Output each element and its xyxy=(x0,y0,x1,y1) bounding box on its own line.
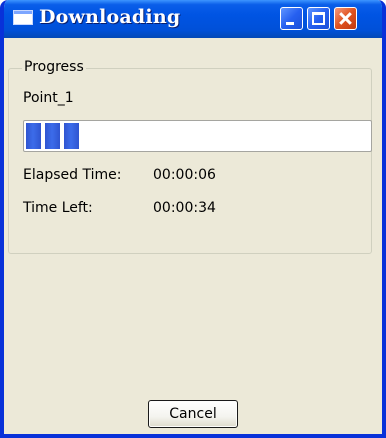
time-left-label: Time Left: xyxy=(23,200,93,216)
window-title: Downloading xyxy=(39,6,181,28)
download-item-name: Point_1 xyxy=(23,90,74,106)
elapsed-time-label: Elapsed Time: xyxy=(23,167,122,183)
progress-bar-fill xyxy=(26,123,79,149)
time-left-value: 00:00:34 xyxy=(153,200,216,216)
maximize-icon xyxy=(312,12,325,25)
title-bar[interactable]: Downloading xyxy=(4,0,382,38)
maximize-button[interactable] xyxy=(307,7,330,30)
close-icon xyxy=(335,8,356,29)
minimize-button[interactable] xyxy=(280,7,303,30)
close-button[interactable] xyxy=(334,7,357,30)
progress-group-legend: Progress xyxy=(22,58,86,76)
cancel-button[interactable]: Cancel xyxy=(148,400,238,428)
minimize-icon xyxy=(286,22,294,25)
elapsed-time-value: 00:00:06 xyxy=(153,167,216,183)
window-app-icon xyxy=(13,10,33,25)
progress-bar xyxy=(23,120,372,152)
